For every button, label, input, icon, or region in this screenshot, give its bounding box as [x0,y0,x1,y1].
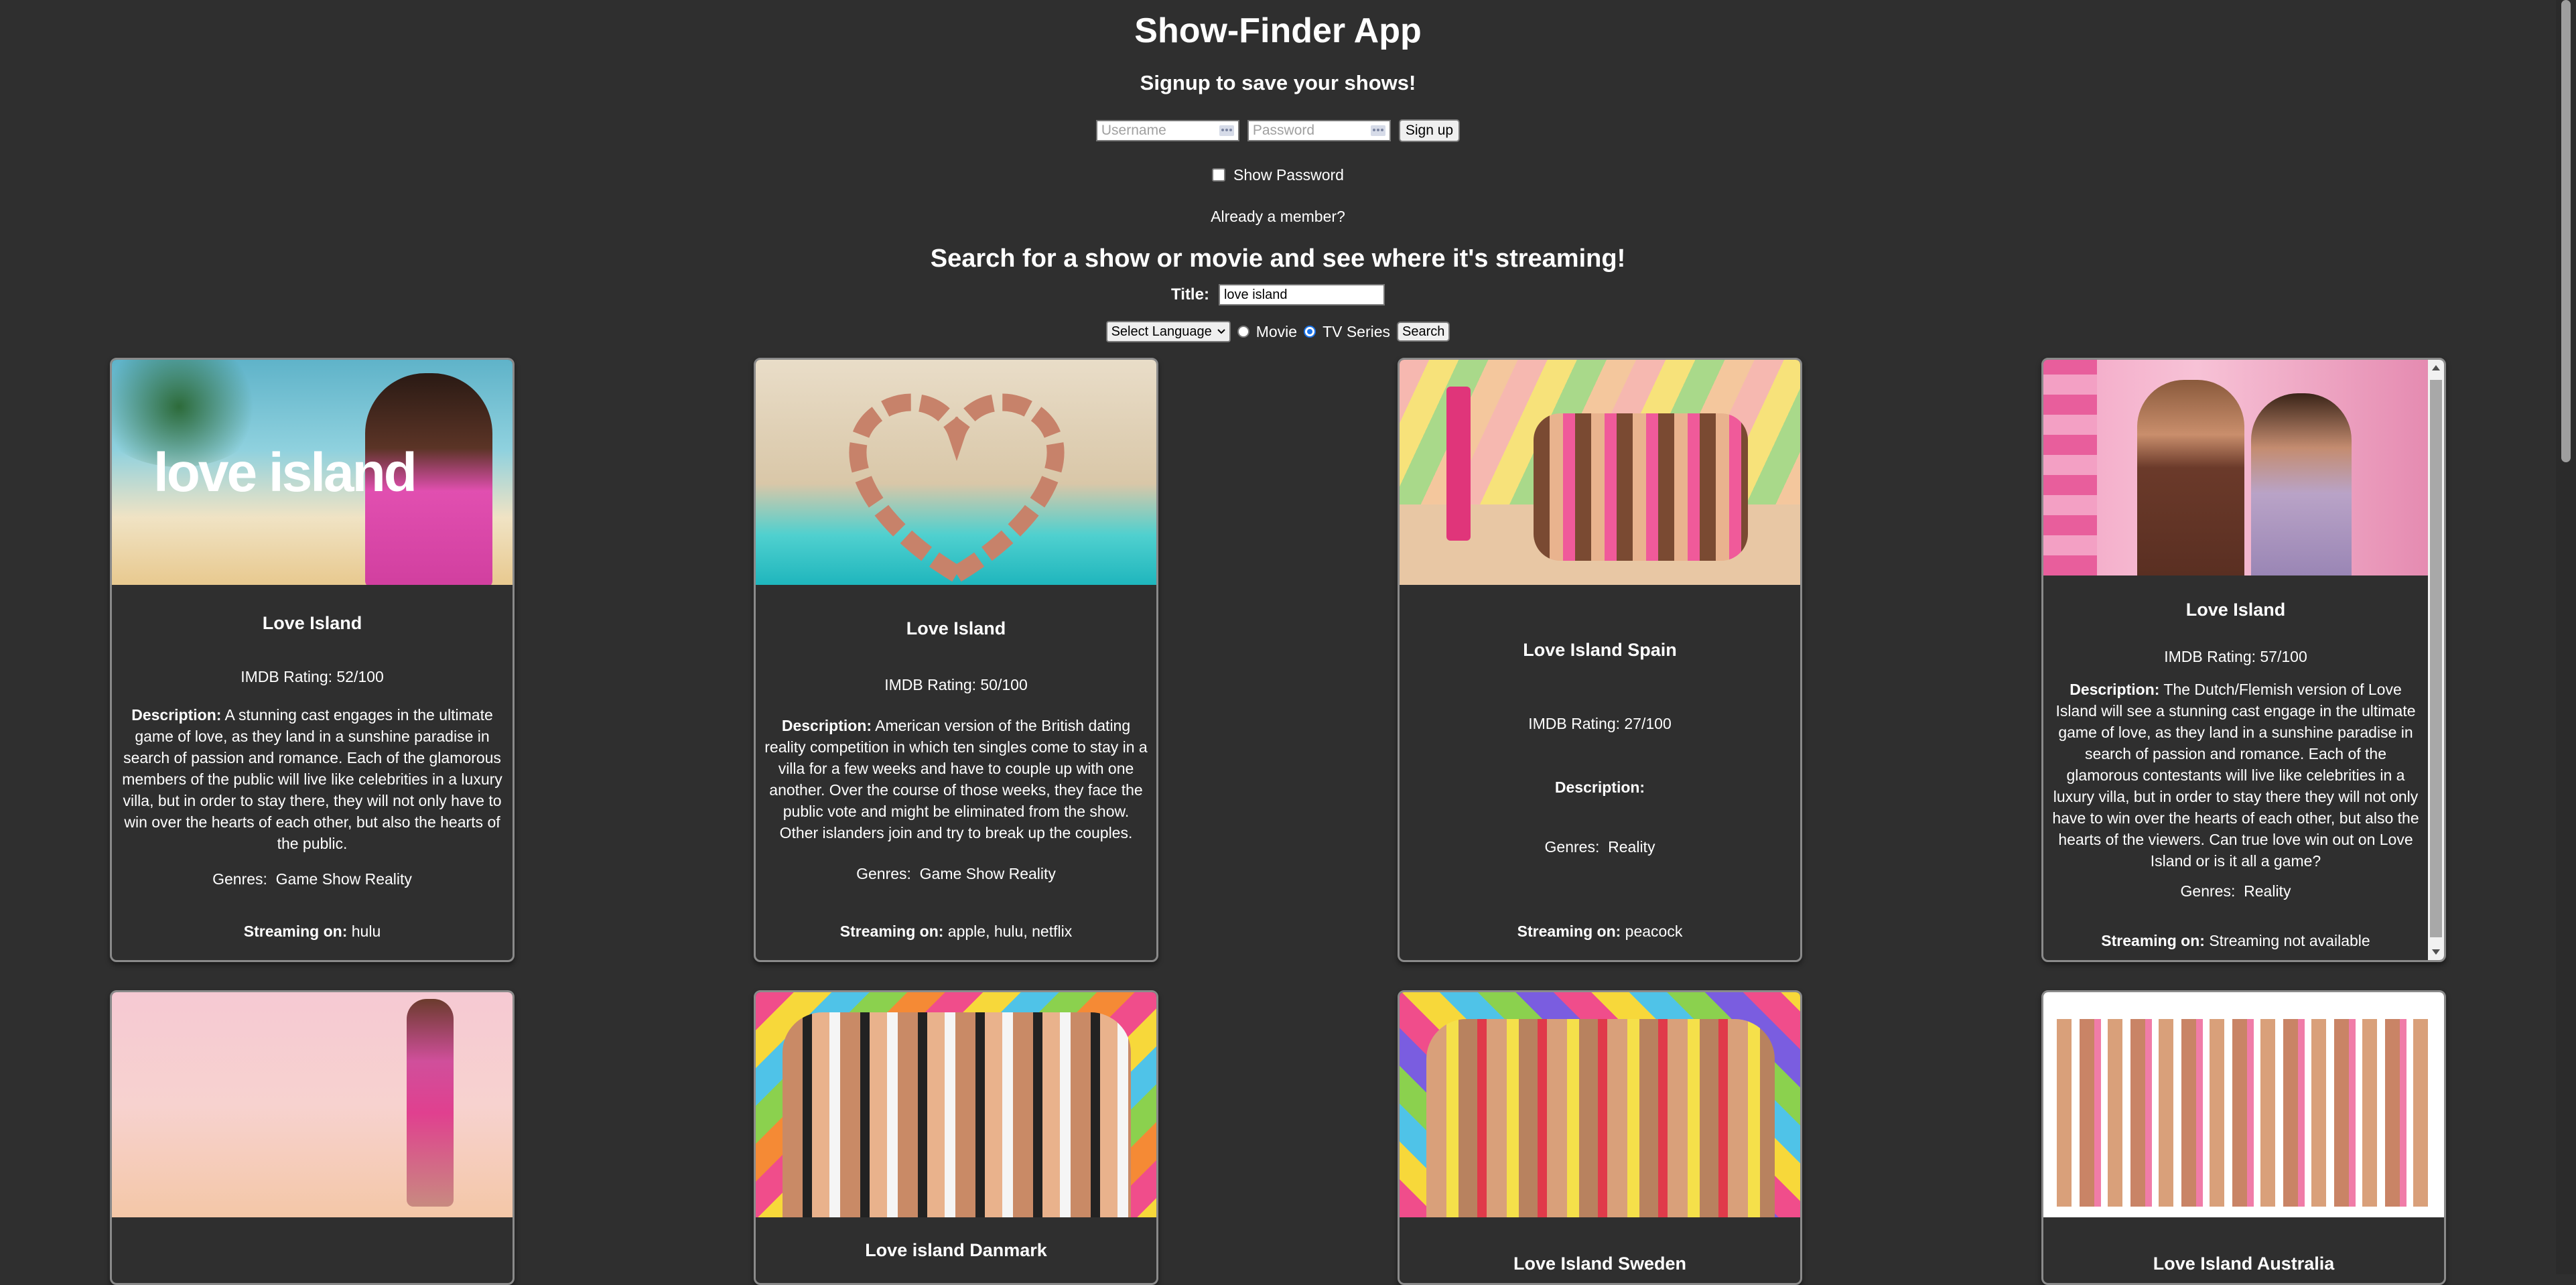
description-label: Description: [2070,681,2160,698]
show-genres: Genres: Game Show Reality [112,870,513,888]
show-title: Love Island [2185,600,2286,620]
show-title: Love Island Sweden [1513,1254,1687,1274]
streaming-value: Streaming not available [2209,932,2370,949]
genres-label: Genres: [856,865,911,882]
genres-value: Reality [2244,882,2291,900]
show-description: Description: American version of the Bri… [756,715,1156,843]
language-select[interactable]: Select Language [1105,321,1231,342]
streaming-label: Streaming on: [2101,932,2205,949]
filter-row: Select Language Movie TV Series Search [0,320,2556,343]
show-description: Description: A stunning cast engages in … [112,704,513,854]
show-title: Love Island Australia [2153,1254,2335,1274]
app-title: Show-Finder App [1134,11,1422,50]
description-label: Description: [1554,779,1645,796]
page-scrollbar-thumb[interactable] [2561,0,2571,462]
chevron-down-icon [1217,329,1225,334]
show-card[interactable]: Love Island IMDB Rating: 50/100 Descript… [754,358,1158,962]
password-field[interactable] [1247,120,1391,141]
show-card[interactable]: Love Island IMDB Rating: 57/100 Descript… [2041,358,2446,962]
genres-label: Genres: [212,870,267,888]
description-text: American version of the British dating r… [764,717,1148,841]
description-text: A stunning cast engages in the ultimate … [122,706,502,852]
show-rating: IMDB Rating: 27/100 [1528,715,1672,732]
card-scroll-area[interactable]: Love Island IMDB Rating: 57/100 Descript… [2043,360,2428,960]
title-input[interactable]: love island [1218,284,1385,306]
show-title: Love island Danmark [865,1240,1047,1260]
username-field[interactable] [1095,120,1239,141]
show-poster [756,360,1156,585]
show-password-row: Show Password [0,163,2556,186]
streaming-label: Streaming on: [1517,923,1621,940]
movie-radio[interactable] [1237,326,1249,338]
show-genres: Genres: Reality [2043,882,2428,900]
streaming-value: hulu [351,923,381,940]
signup-button[interactable]: Sign up [1398,119,1461,142]
genres-label: Genres: [2180,882,2236,900]
show-poster [2043,360,2428,576]
search-button[interactable]: Search [1397,322,1450,342]
show-description: Description: The Dutch/Flemish version o… [2043,679,2428,872]
show-title: Love Island [906,618,1006,638]
password-input[interactable] [1252,122,1360,139]
show-streaming: Streaming on: hulu [112,923,513,941]
title-label: Title: [1171,285,1209,303]
poster-logo-text: love island [153,442,417,503]
show-card[interactable]: Love Island Australia [2041,990,2446,1285]
genres-value: Game Show Reality [919,865,1056,882]
page-scrollbar[interactable] [2556,0,2576,1274]
scroll-up-icon[interactable] [2432,365,2440,370]
search-heading: Search for a show or movie and see where… [930,245,1626,273]
signup-heading: Signup to save your shows! [1140,71,1416,94]
streaming-label: Streaming on: [839,923,944,940]
show-streaming: Streaming on: peacock [1400,923,1800,941]
show-genres: Genres: Reality [1400,838,1800,856]
show-poster [1400,360,1800,585]
tv-series-label: TV Series [1323,322,1391,340]
streaming-value: apple, hulu, netflix [947,923,1073,940]
show-card[interactable]: Love island Danmark [754,990,1158,1285]
show-rating: IMDB Rating: 50/100 [884,676,1028,693]
already-member-link[interactable]: Already a member? [0,205,2556,228]
show-title: Love Island Spain [1523,640,1677,660]
username-input[interactable] [1101,122,1209,139]
heart-shape-icon [849,393,1065,585]
card-scrollbar-thumb[interactable] [2430,380,2442,937]
title-search-row: Title: love island [0,283,2556,307]
show-card[interactable]: Love Island Sweden [1398,990,1802,1285]
streaming-label: Streaming on: [243,923,348,940]
show-card[interactable] [110,990,515,1285]
show-poster [756,992,1156,1217]
streaming-value: peacock [1625,923,1683,940]
show-genres: Genres: Game Show Reality [756,865,1156,883]
card-scrollbar[interactable] [2428,360,2444,960]
description-text: The Dutch/Flemish version of Love Island… [2052,681,2419,870]
show-poster [112,992,513,1217]
scroll-down-icon[interactable] [2432,949,2440,955]
show-rating: IMDB Rating: 57/100 [2164,648,2307,665]
signup-form: Sign up [0,118,2556,143]
show-streaming: Streaming on: Streaming not available [2043,932,2428,950]
show-description: Description: [1400,776,1800,798]
show-poster [2043,992,2444,1217]
show-poster: love island [112,360,513,585]
description-label: Description: [781,717,872,734]
description-label: Description: [131,706,222,724]
password-manager-icon[interactable] [1370,125,1385,136]
show-poster [1400,992,1800,1217]
tv-series-radio[interactable] [1304,326,1316,338]
show-card[interactable]: love island Love Island IMDB Rating: 52/… [110,358,515,962]
show-rating: IMDB Rating: 52/100 [241,668,384,685]
language-select-value: Select Language [1111,324,1212,339]
password-manager-icon[interactable] [1219,125,1234,136]
movie-label: Movie [1256,322,1298,340]
genres-label: Genres: [1544,838,1600,856]
show-password-label: Show Password [1233,166,1344,184]
page: Show-Finder App Signup to save your show… [0,0,2556,1285]
show-password-checkbox[interactable] [1212,168,1226,182]
show-streaming: Streaming on: apple, hulu, netflix [756,923,1156,941]
genres-value: Reality [1608,838,1655,856]
genres-value: Game Show Reality [275,870,412,888]
show-title: Love Island [262,613,362,633]
show-card[interactable]: Love Island Spain IMDB Rating: 27/100 De… [1398,358,1802,962]
